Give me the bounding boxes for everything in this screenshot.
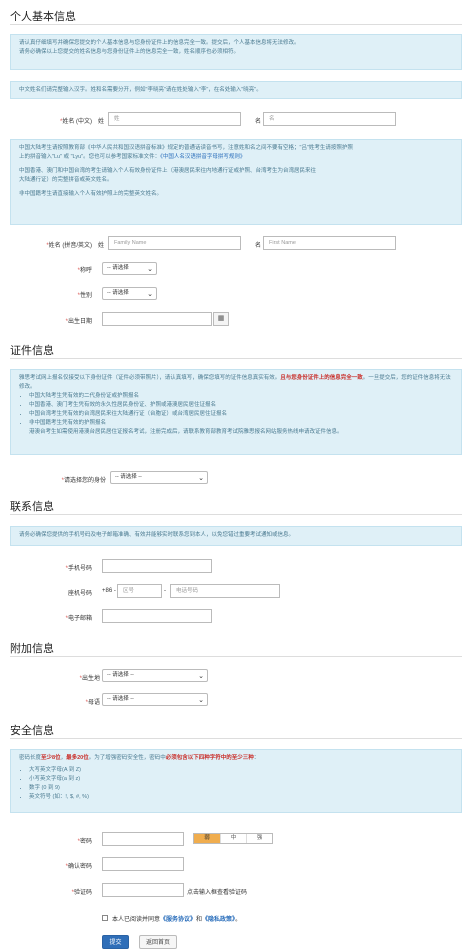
notice-text: 中文姓名们请完整输入汉字。姓和名需要分开，例如"李晓亮"请在姓处输入"李"，在名… [19, 87, 262, 93]
section-divider [10, 656, 462, 657]
contact-notice-box: 请务必确保您提供的手机号码及电子邮箱准确、有效并能够实时联系您到本人，以免您错过… [10, 526, 462, 546]
family-name-label: 姓 [98, 243, 105, 249]
list-item: 大写英文字母(A 到 Z) [29, 766, 453, 775]
notice-text: 中国香港、澳门和中国台湾的考生请输入个人有效身份证件上（港澳居民来往内地通行证或… [19, 168, 317, 174]
password-rule-list: 大写英文字母(A 到 Z) 小写英文字母(a 到 z) 数字 (0 到 9) 英… [19, 766, 453, 802]
notice-text: 上的拼音输入"Lu" 或 "Lyu"。您也可以参考国家标准文件： [19, 154, 161, 160]
contact-section-title: 联系信息 [10, 501, 54, 513]
notice-text: 非中国籍考生请直接输入个人有效护照上的完整英文姓名。 [19, 191, 163, 197]
password-input[interactable] [102, 832, 184, 846]
email-input[interactable] [102, 609, 212, 623]
service-agreement-link[interactable]: 《服务协议》 [160, 917, 196, 923]
identity-select[interactable]: -- 请选择 -- ⌄ [110, 471, 208, 484]
notice-text: 请务必确保以上您提交的姓名信息与您身份证件上的信息完全一致，姓名顺序也必须相符。 [19, 49, 240, 55]
chevron-down-icon: ⌄ [198, 673, 204, 680]
surname-label: 姓 [98, 119, 105, 125]
list-item: 英文符号 (如：!, $, #, %) [29, 793, 453, 802]
first-name-label: 名 [255, 243, 262, 249]
strength-strong: 强 [246, 834, 272, 843]
title-label: *称呼 [77, 268, 92, 274]
section-divider [10, 738, 462, 739]
extra-section-title: 附加信息 [10, 643, 54, 655]
chevron-down-icon: ⌄ [198, 475, 204, 482]
given-name-cn-input[interactable]: 名 [263, 112, 396, 126]
strength-weak: 弱 [194, 834, 220, 843]
password-label: *密码 [77, 839, 92, 845]
pinyin-notice-box: 中国大陆考生请按照教育部《中华人民共和国汉语拼音标准》规定的普通话读音书写，注意… [10, 139, 462, 225]
id-type-list: 中国大陆考生凭有效的二代身份证或护照报名 中国香港、澳门考生凭有效的永久性居民身… [19, 392, 453, 428]
submit-button[interactable]: 提交 [102, 935, 129, 949]
notice-text: 请务必确保您提供的手机号码及电子邮箱准确、有效并能够实时联系您到本人，以免您错过… [19, 532, 295, 538]
landline-label: 座机号码 [67, 591, 92, 597]
email-label: *电子邮箱 [65, 616, 92, 622]
calendar-icon[interactable]: ▦ [213, 312, 229, 326]
family-name-input[interactable]: Family Name [108, 236, 241, 250]
title-select[interactable]: -- 请选择 ⌄ [102, 262, 157, 275]
list-item: 数字 (0 到 9) [29, 784, 453, 793]
name-notice-box: 中文姓名们请完整输入汉字。姓和名需要分开，例如"李晓亮"请在姓处输入"李"，在名… [10, 81, 462, 99]
id-notice-box: 雅思考试网上报名仅接受以下身份证件（证件必须带照片），请认真填写，确保您填写的证… [10, 369, 462, 455]
identity-label: *请选择您的身份 [61, 478, 106, 484]
personal-section-title: 个人基本信息 [10, 11, 76, 23]
notice-text: 雅思考试网上报名仅接受以下身份证件（证件必须带照片），请认真填写，确保您填写的证… [19, 375, 281, 381]
first-name-input[interactable]: First Name [263, 236, 396, 250]
section-divider [10, 24, 462, 25]
country-code: +86 - [102, 588, 116, 594]
list-item: 小写英文字母(a 到 z) [29, 775, 453, 784]
notice-text: 中国大陆考生请按照教育部《中华人民共和国汉语拼音标准》规定的普通话读音书写，注意… [19, 145, 353, 151]
area-code-input[interactable]: 区号 [117, 584, 162, 598]
given-name-label: 名 [255, 119, 262, 125]
gender-select[interactable]: -- 请选择 ⌄ [102, 287, 157, 300]
name-en-label: *姓名 (拼音/英文) [46, 243, 92, 249]
password-strength-meter: 弱 中 强 [193, 833, 273, 844]
pinyin-rules-link[interactable]: 《中国人名汉语拼音字母拼写规则》 [160, 154, 245, 160]
list-item: 中国台湾考生凭有效的台湾居民来往大陆通行证（台胞证）或台湾居民居住证报名 [29, 410, 453, 419]
id-section-title: 证件信息 [10, 345, 54, 357]
section-divider [10, 358, 462, 359]
section-divider [10, 514, 462, 515]
notice-text: 请认真仔细填写并确保您提交的个人基本信息与您身份证件上的信息完全一致。提交后，个… [19, 40, 300, 46]
list-item: 中国大陆考生凭有效的二代身份证或护照报名 [29, 392, 453, 401]
birthplace-label: *出生地 [79, 676, 100, 682]
notice-text: 港澳台考生如需使用港澳台居民居住证报名考试，注册完成后，请联系教育部教育考试院雅… [29, 429, 343, 435]
strength-medium: 中 [220, 834, 246, 843]
gender-label: *性别 [77, 293, 92, 299]
mobile-input[interactable] [102, 559, 212, 573]
back-home-button[interactable]: 返回首页 [139, 935, 177, 949]
dob-label: *出生日期 [65, 319, 92, 325]
notice-emphasis: 且与您身份证件上的信息完全一致 [280, 375, 363, 381]
captcha-label: *验证码 [71, 890, 92, 896]
password-rules-box: 密码长度至少8位，最多20位。为了增强密码安全性，密码中必须包含以下四种字符中的… [10, 749, 462, 813]
native-language-select[interactable]: -- 请选择 -- ⌄ [102, 693, 208, 706]
chevron-down-icon: ⌄ [198, 697, 204, 704]
personal-notice-box: 请认真仔细填写并确保您提交的个人基本信息与您身份证件上的信息完全一致。提交后，个… [10, 34, 462, 70]
native-language-label: *母语 [85, 700, 100, 706]
dob-input[interactable] [102, 312, 212, 326]
agree-text: 本人已阅读并同意《服务协议》和《隐私政策》。 [112, 917, 242, 923]
birthplace-select[interactable]: -- 请选择 -- ⌄ [102, 669, 208, 682]
name-cn-label: *姓名 (中文) [59, 119, 92, 125]
chevron-down-icon: ⌄ [147, 266, 153, 273]
confirm-password-input[interactable] [102, 857, 184, 871]
privacy-policy-link[interactable]: 《隐私政策》 [202, 917, 235, 923]
mobile-label: *手机号码 [65, 566, 92, 572]
phone-number-input[interactable]: 电话号码 [170, 584, 280, 598]
list-item: 非中国籍考生凭有效的护照报名 [29, 419, 453, 428]
chevron-down-icon: ⌄ [147, 291, 153, 298]
captcha-input[interactable] [102, 883, 184, 897]
surname-cn-input[interactable]: 姓 [108, 112, 241, 126]
list-item: 中国香港、澳门考生凭有效的永久性居民身份证、护照或港澳居民居住证报名 [29, 401, 453, 410]
agree-checkbox[interactable] [102, 915, 108, 921]
captcha-hint: 点击输入框查看验证码 [187, 890, 248, 896]
notice-text: 大陆通行证）的完整拼音或英文姓名。 [19, 177, 113, 183]
security-section-title: 安全信息 [10, 725, 54, 737]
confirm-password-label: *确认密码 [65, 864, 92, 870]
separator: - [164, 588, 166, 594]
